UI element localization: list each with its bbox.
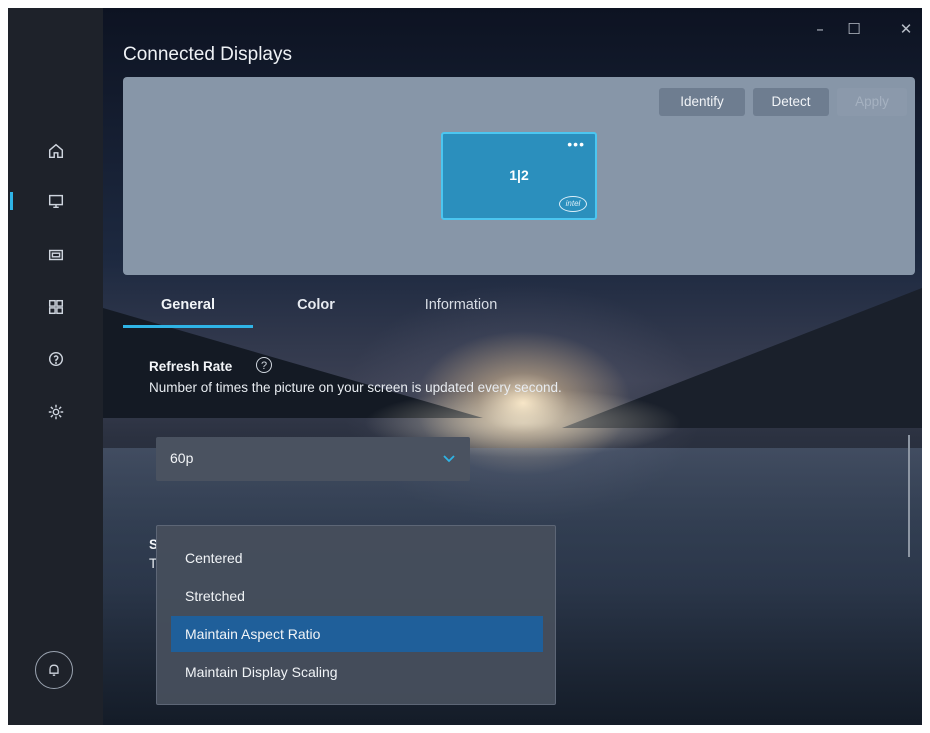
intel-logo-icon: intel (559, 196, 587, 212)
more-options-icon[interactable]: ••• (567, 136, 585, 152)
identify-button[interactable]: Identify (659, 88, 745, 116)
tab-general[interactable]: General (123, 290, 253, 330)
gear-icon (48, 404, 63, 420)
question-icon (48, 351, 63, 367)
maximize-button[interactable]: ☐ (841, 16, 867, 42)
help-icon[interactable]: ? (256, 357, 272, 373)
sidebar-item-home[interactable] (8, 132, 103, 170)
option-stretched[interactable]: Stretched (171, 578, 543, 614)
tab-color[interactable]: Color (281, 290, 351, 330)
sidebar-item-display[interactable] (8, 182, 103, 220)
monitor-icon (48, 194, 63, 209)
notifications-button[interactable] (35, 651, 73, 689)
video-icon (48, 249, 63, 261)
sidebar-item-settings[interactable] (8, 393, 103, 431)
minimize-button[interactable]: – (807, 16, 833, 42)
home-icon (48, 143, 63, 159)
tab-information[interactable]: Information (406, 290, 516, 330)
refresh-rate-value: 60p (170, 450, 194, 466)
chevron-down-icon (442, 451, 456, 465)
scaling-dropdown-menu: Centered Stretched Maintain Aspect Ratio… (156, 525, 556, 705)
display-arrangement-panel: Identify Detect Apply ••• 1|2 intel (123, 77, 915, 275)
refresh-rate-select[interactable]: 60p (156, 437, 470, 481)
grid-icon (48, 299, 63, 315)
page-title: Connected Displays (123, 44, 292, 65)
option-maintain-display-scaling[interactable]: Maintain Display Scaling (171, 654, 543, 690)
sidebar-item-apps[interactable] (8, 288, 103, 326)
bell-icon (49, 664, 59, 676)
sidebar (8, 8, 103, 725)
display-number: 1|2 (509, 167, 529, 183)
refresh-rate-description: Number of times the picture on your scre… (149, 380, 562, 395)
option-centered[interactable]: Centered (171, 540, 543, 576)
option-maintain-aspect-ratio[interactable]: Maintain Aspect Ratio (171, 616, 543, 652)
apply-button[interactable]: Apply (837, 88, 907, 116)
app-window: – ☐ ✕ Connected Displays Identify Detect… (8, 8, 922, 725)
sidebar-item-video[interactable] (8, 236, 103, 274)
detect-button[interactable]: Detect (753, 88, 829, 116)
sidebar-item-help[interactable] (8, 340, 103, 378)
refresh-rate-title: Refresh Rate (149, 359, 233, 374)
close-button[interactable]: ✕ (893, 16, 919, 42)
scrollbar[interactable] (908, 435, 910, 557)
display-tile[interactable]: ••• 1|2 intel (441, 132, 597, 220)
